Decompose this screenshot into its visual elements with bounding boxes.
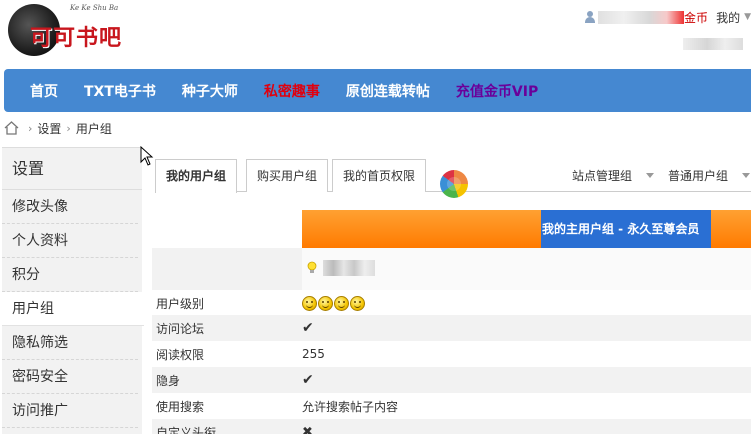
nav-item-vip-recharge[interactable]: 充值金币VIP (456, 81, 538, 101)
row-label: 访问论坛 (156, 321, 205, 336)
nav-item-original-serial[interactable]: 原创连载转帖 (346, 81, 430, 101)
mouse-cursor-icon (140, 146, 154, 166)
caret-down-icon (742, 173, 751, 178)
sidebar-item-password[interactable]: 密码安全 (2, 360, 138, 394)
smiley-icon (334, 295, 349, 311)
sidebar-item-credits[interactable]: 积分 (2, 258, 138, 292)
blurred-group-name (323, 260, 375, 276)
table-row-read-permission: 阅读权限 255 (152, 341, 751, 367)
breadcrumb-settings[interactable]: 设置 (37, 120, 61, 137)
row-label: 隐身 (156, 373, 181, 388)
colorful-ball-icon (440, 170, 468, 198)
lightbulb-icon (307, 261, 317, 273)
row-label: 使用搜索 (156, 399, 205, 414)
check-icon: ✔ (302, 372, 314, 388)
main-nav: 首页 TXT电子书 种子大师 私密趣事 原创连载转帖 充值金币VIP (4, 69, 751, 112)
settings-sidebar: 设置 修改头像 个人资料 积分 用户组 隐私筛选 密码安全 访问推广 (2, 147, 144, 434)
user-level-stars (302, 295, 366, 311)
nav-item-private-stories[interactable]: 私密趣事 (264, 81, 320, 101)
breadcrumb-usergroup[interactable]: 用户组 (76, 120, 112, 137)
nav-item-txt-ebook[interactable]: TXT电子书 (84, 81, 156, 101)
tab-buy-usergroup[interactable]: 购买用户组 (246, 159, 329, 192)
table-row-visit-forum: 访问论坛 ✔ (152, 315, 751, 341)
sidebar-item-usergroup[interactable]: 用户组 (2, 292, 144, 326)
cross-icon: ✖ (302, 424, 313, 434)
nav-item-home[interactable]: 首页 (30, 81, 58, 101)
table-row-search: 使用搜索 允许搜索帖子内容 (152, 393, 751, 419)
smiley-icon (318, 295, 333, 311)
blurred-username[interactable] (598, 10, 685, 24)
caret-down-icon (646, 173, 655, 178)
nav-item-torrent-master[interactable]: 种子大师 (182, 81, 238, 101)
logo-text: 可可书吧 (30, 25, 123, 51)
logo-subtext: Ke Ke Shu Ba (70, 4, 119, 12)
row-label: 自定义头衔 (156, 425, 217, 434)
table-row-invisible: 隐身 ✔ (152, 367, 751, 393)
sidebar-item-privacy[interactable]: 隐私筛选 (2, 326, 138, 360)
usergroup-name-row (152, 248, 751, 290)
user-area: 金币 我的 ▼ (584, 8, 751, 26)
tab-normal-user-group-label: 普通用户组 (668, 169, 729, 183)
row-label: 用户级别 (156, 296, 205, 311)
coin-link[interactable]: 金币 (684, 9, 708, 26)
sidebar-item-profile[interactable]: 个人资料 (2, 224, 138, 258)
home-icon[interactable] (4, 121, 19, 135)
tab-my-usergroup[interactable]: 我的用户组 (155, 159, 238, 193)
row-value: 允许搜索帖子内容 (302, 399, 399, 414)
row-label: 阅读权限 (156, 347, 205, 362)
my-menu-link[interactable]: 我的 (716, 9, 740, 26)
sidebar-title: 设置 (2, 148, 142, 190)
table-row-user-level: 用户级别 (152, 290, 751, 316)
user-icon (584, 11, 596, 23)
sidebar-item-promotion[interactable]: 访问推广 (2, 394, 138, 428)
chevron-right-icon: › (66, 121, 71, 135)
check-icon: ✔ (302, 320, 314, 336)
breadcrumb: › 设置 › 用户组 (4, 118, 112, 138)
tab-site-admin-group-label: 站点管理组 (572, 169, 633, 183)
table-row-custom-title: 自定义头衔 ✖ (152, 419, 751, 434)
site-logo[interactable]: Ke Ke Shu Ba 可可书吧 (6, 2, 146, 62)
sidebar-item-avatar[interactable]: 修改头像 (2, 190, 138, 224)
row-value: 255 (302, 347, 325, 361)
main-usergroup-title: 我的主用户组 - 永久至尊会员 (541, 210, 711, 248)
tab-homepage-permission[interactable]: 我的首页权限 (332, 159, 427, 192)
chevron-down-icon[interactable]: ▼ (744, 12, 751, 22)
smiley-icon (350, 295, 365, 311)
smiley-icon (302, 295, 317, 311)
chevron-right-icon: › (28, 121, 33, 135)
blurred-user-info (683, 38, 743, 50)
tab-normal-user-group[interactable]: 普通用户组 (668, 167, 751, 184)
tab-site-admin-group[interactable]: 站点管理组 (572, 167, 655, 184)
